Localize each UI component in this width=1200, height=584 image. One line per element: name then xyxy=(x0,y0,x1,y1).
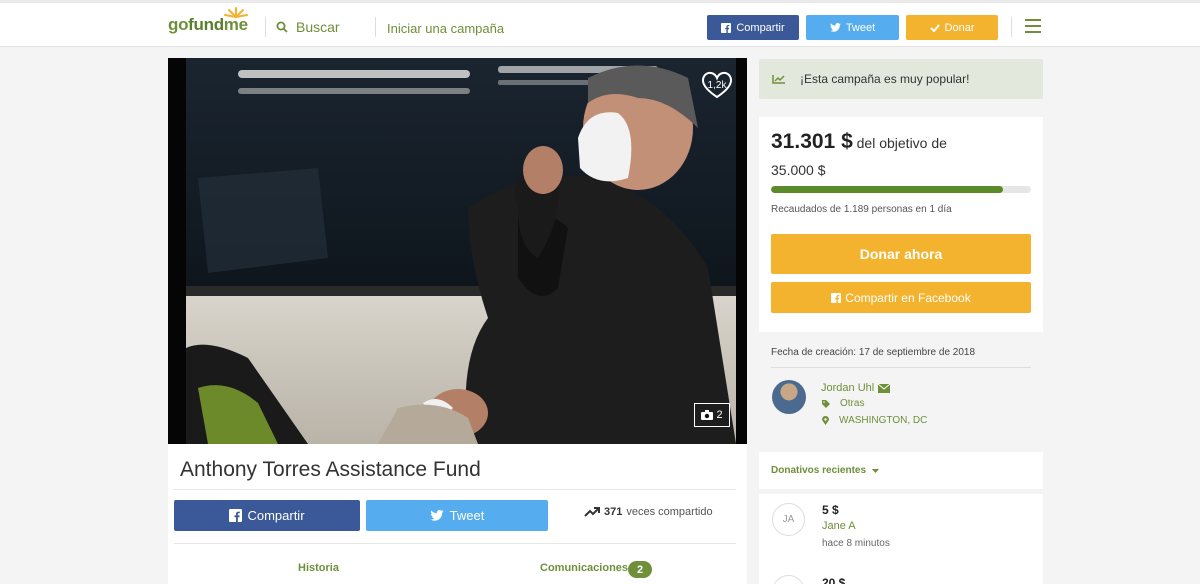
camera-icon xyxy=(701,410,714,420)
location-label: WASHINGTON, DC xyxy=(839,415,928,426)
campaign-title: Anthony Torres Assistance Fund xyxy=(180,458,481,481)
search-label: Buscar xyxy=(296,19,340,35)
raised-by-text: Recaudados de 1.189 personas en 1 día xyxy=(771,204,952,215)
search-icon xyxy=(276,21,288,33)
subway-photo-illustration xyxy=(168,58,747,444)
likes-count: 1,2k xyxy=(707,80,727,91)
header-donate-button[interactable]: Donar xyxy=(906,15,998,40)
share-facebook-label: Compartir en Facebook xyxy=(845,290,971,305)
popular-banner: ¡Esta campaña es muy popular! xyxy=(759,59,1043,99)
share-on-facebook-button[interactable]: Compartir en Facebook xyxy=(771,282,1031,313)
envelope-icon[interactable] xyxy=(878,383,891,393)
goal-amount: 35.000 $ xyxy=(771,162,826,178)
recent-donations-label: Donativos recientes xyxy=(771,465,867,476)
donation-amount: 5 $ xyxy=(822,503,839,517)
donate-label: Donar xyxy=(944,21,975,34)
header-divider xyxy=(265,17,266,37)
raised-of-label: del objetivo de xyxy=(856,135,947,151)
raised-summary: 31.301 $ del objetivo de 35.000 $ xyxy=(771,128,1011,184)
donor-avatar: JA xyxy=(772,503,805,536)
popular-text: ¡Esta campaña es muy popular! xyxy=(800,72,970,86)
donor-name: Jane A xyxy=(822,520,856,532)
organizer-category: Otras xyxy=(822,398,864,409)
share-label: Compartir xyxy=(736,21,785,34)
logo-go: go xyxy=(168,15,189,34)
top-navbar: gofundme Buscar Iniciar una campaña Comp… xyxy=(0,0,1200,47)
chart-line-icon xyxy=(772,75,785,84)
header-share-facebook-button[interactable]: Compartir xyxy=(707,15,799,40)
organizer-location: WASHINGTON, DC xyxy=(822,415,927,426)
sun-logo-icon xyxy=(224,7,248,18)
category-label: Otras xyxy=(840,398,865,409)
share-count: 371 veces compartido xyxy=(584,506,713,518)
organizer-name-link[interactable]: Jordan Uhl xyxy=(821,382,891,394)
donation-time: hace 8 minutos xyxy=(822,538,890,549)
progress-bar xyxy=(771,186,1031,193)
header-divider xyxy=(375,17,376,37)
donation-amount: 20 $ xyxy=(822,576,846,584)
donation-list xyxy=(759,494,1043,584)
twitter-icon xyxy=(430,510,444,521)
tweet-label: Tweet xyxy=(449,508,485,523)
tweet-button[interactable]: Tweet xyxy=(366,500,548,531)
gofundme-logo[interactable]: gofundme xyxy=(168,7,248,35)
photo-count-button[interactable]: 2 xyxy=(694,403,730,427)
facebook-icon xyxy=(229,509,243,522)
tab-story[interactable]: Historia xyxy=(298,562,339,574)
share-count-number: 371 xyxy=(604,506,623,518)
updates-count-badge: 2 xyxy=(628,561,652,578)
logo-fund: fund xyxy=(188,15,224,34)
divider xyxy=(174,489,736,490)
share-label: Compartir xyxy=(247,508,305,523)
trending-up-icon xyxy=(584,507,600,517)
tweet-label: Tweet xyxy=(845,21,876,34)
header-divider xyxy=(1011,17,1012,37)
share-facebook-button[interactable]: Compartir xyxy=(174,500,360,531)
map-pin-icon xyxy=(822,416,829,425)
tab-updates[interactable]: Comunicaciones xyxy=(540,562,628,574)
raised-amount: 31.301 $ xyxy=(771,130,853,153)
caret-down-icon xyxy=(872,468,880,473)
share-count-suffix: veces compartido xyxy=(626,506,713,518)
progress-fill xyxy=(771,186,1004,193)
search-link[interactable]: Buscar xyxy=(276,19,340,35)
twitter-icon xyxy=(829,23,841,32)
facebook-icon xyxy=(831,292,842,303)
hamburger-menu-icon[interactable] xyxy=(1025,19,1041,33)
divider xyxy=(771,367,1031,368)
tag-icon xyxy=(822,399,830,408)
created-date: Fecha de creación: 17 de septiembre de 2… xyxy=(771,347,976,358)
start-campaign-link[interactable]: Iniciar una campaña xyxy=(387,21,504,36)
organizer-avatar[interactable] xyxy=(772,380,806,414)
campaign-photo[interactable] xyxy=(168,58,747,444)
divider xyxy=(174,543,736,544)
organizer-name: Jordan Uhl xyxy=(821,382,875,394)
donate-now-button[interactable]: Donar ahora xyxy=(771,234,1031,274)
photo-count-number: 2 xyxy=(716,409,723,421)
header-tweet-button[interactable]: Tweet xyxy=(806,15,899,40)
recent-donations-title[interactable]: Donativos recientes xyxy=(771,465,880,476)
facebook-icon xyxy=(721,22,732,33)
check-icon xyxy=(929,23,940,32)
